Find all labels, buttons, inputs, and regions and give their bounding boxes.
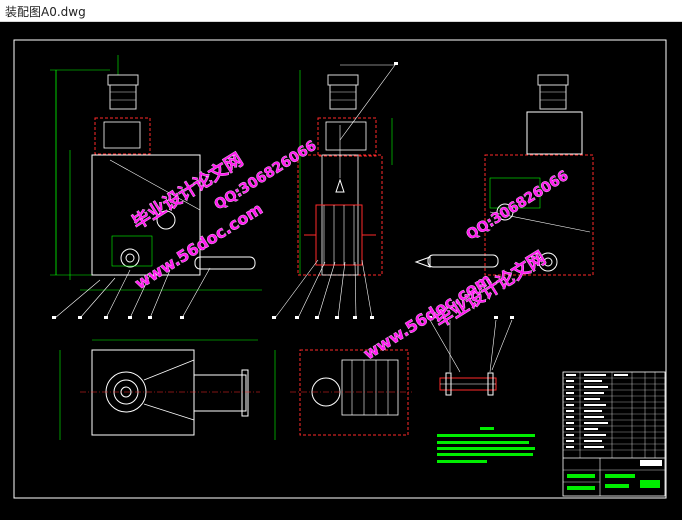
watermark-qq: QQ:306826066 (464, 168, 572, 244)
motor-icon (537, 74, 569, 110)
watermark-site-name: 毕业设计论文网 (431, 247, 550, 332)
title-bar: 装配图A0.dwg (0, 0, 682, 22)
title-block (562, 371, 666, 497)
motor-icon (107, 74, 139, 110)
section-view-middle (274, 349, 412, 440)
watermark-url: www.56doc.com (360, 269, 495, 363)
technical-notes (437, 427, 535, 463)
window-title: 装配图A0.dwg (5, 5, 86, 19)
watermark-right: www.56doc.com (360, 269, 495, 364)
motor-icon (327, 74, 359, 110)
plan-view-left (59, 339, 260, 440)
watermark-right-qq: QQ:306826066 (463, 167, 572, 244)
watermark-right-site: 毕业设计论文网 (431, 247, 550, 333)
side-view-center (272, 62, 398, 319)
drawing-canvas[interactable]: 毕业设计论文网 www.56doc.com QQ:306826066 www.5… (0, 22, 682, 520)
